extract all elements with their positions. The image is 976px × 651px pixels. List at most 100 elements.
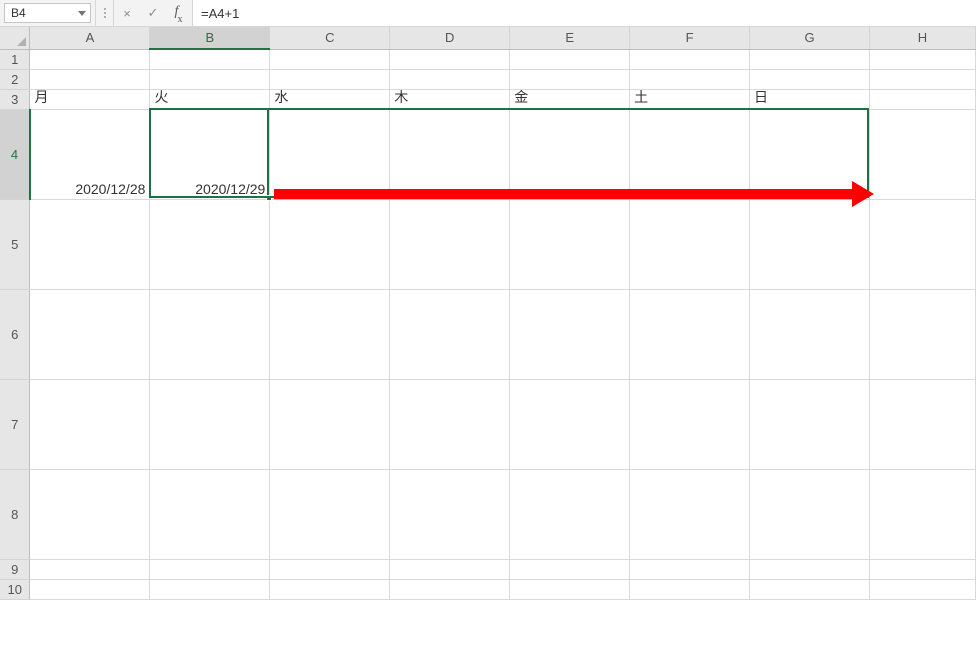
cell-F1[interactable] — [630, 49, 750, 69]
cell-C2[interactable] — [270, 69, 390, 89]
cell-A7[interactable] — [30, 379, 150, 469]
cell-H9[interactable] — [869, 559, 975, 579]
cell-E6[interactable] — [510, 289, 630, 379]
cell-G5[interactable] — [750, 199, 870, 289]
column-header-G[interactable]: G — [750, 27, 870, 49]
cell-B3[interactable]: 火 — [150, 89, 270, 109]
cell-G10[interactable] — [750, 579, 870, 599]
name-box[interactable]: B4 — [4, 3, 91, 23]
cell-E5[interactable] — [510, 199, 630, 289]
row-header-1[interactable]: 1 — [0, 49, 30, 69]
cell-F10[interactable] — [630, 579, 750, 599]
column-header-B[interactable]: B — [150, 27, 270, 49]
cell-D9[interactable] — [390, 559, 510, 579]
cell-B8[interactable] — [150, 469, 270, 559]
cell-C9[interactable] — [270, 559, 390, 579]
cell-D8[interactable] — [390, 469, 510, 559]
worksheet[interactable]: ABCDEFGH123月火水木金土日42020/12/282020/12/295… — [0, 27, 976, 651]
cell-A2[interactable] — [30, 69, 150, 89]
cell-C8[interactable] — [270, 469, 390, 559]
cell-F8[interactable] — [630, 469, 750, 559]
cell-E10[interactable] — [510, 579, 630, 599]
cell-D7[interactable] — [390, 379, 510, 469]
cell-G4[interactable] — [750, 109, 870, 199]
cell-H4[interactable] — [869, 109, 975, 199]
cell-F9[interactable] — [630, 559, 750, 579]
cell-H7[interactable] — [869, 379, 975, 469]
column-header-H[interactable]: H — [869, 27, 975, 49]
select-all-corner[interactable] — [0, 27, 30, 49]
cell-C5[interactable] — [270, 199, 390, 289]
cell-B7[interactable] — [150, 379, 270, 469]
cell-G9[interactable] — [750, 559, 870, 579]
cell-C6[interactable] — [270, 289, 390, 379]
cell-D4[interactable] — [390, 109, 510, 199]
cell-C1[interactable] — [270, 49, 390, 69]
cell-H5[interactable] — [869, 199, 975, 289]
cell-C4[interactable] — [270, 109, 390, 199]
cell-A10[interactable] — [30, 579, 150, 599]
cell-A4[interactable]: 2020/12/28 — [30, 109, 150, 199]
cell-F2[interactable] — [630, 69, 750, 89]
cell-A6[interactable] — [30, 289, 150, 379]
cell-E7[interactable] — [510, 379, 630, 469]
row-header-8[interactable]: 8 — [0, 469, 30, 559]
cell-D5[interactable] — [390, 199, 510, 289]
cell-F4[interactable] — [630, 109, 750, 199]
cell-G6[interactable] — [750, 289, 870, 379]
cell-D1[interactable] — [390, 49, 510, 69]
row-header-6[interactable]: 6 — [0, 289, 30, 379]
cell-F5[interactable] — [630, 199, 750, 289]
cell-D6[interactable] — [390, 289, 510, 379]
cell-E3[interactable]: 金 — [510, 89, 630, 109]
cell-A8[interactable] — [30, 469, 150, 559]
cell-H6[interactable] — [869, 289, 975, 379]
cell-E9[interactable] — [510, 559, 630, 579]
cell-C10[interactable] — [270, 579, 390, 599]
cell-A1[interactable] — [30, 49, 150, 69]
cell-B9[interactable] — [150, 559, 270, 579]
cell-F7[interactable] — [630, 379, 750, 469]
row-header-10[interactable]: 10 — [0, 579, 30, 599]
cell-D3[interactable]: 木 — [390, 89, 510, 109]
cell-A5[interactable] — [30, 199, 150, 289]
cell-B1[interactable] — [150, 49, 270, 69]
cell-D2[interactable] — [390, 69, 510, 89]
column-header-E[interactable]: E — [510, 27, 630, 49]
cell-H10[interactable] — [869, 579, 975, 599]
cell-B2[interactable] — [150, 69, 270, 89]
column-header-F[interactable]: F — [630, 27, 750, 49]
cell-G1[interactable] — [750, 49, 870, 69]
cell-C3[interactable]: 水 — [270, 89, 390, 109]
row-header-9[interactable]: 9 — [0, 559, 30, 579]
cell-E4[interactable] — [510, 109, 630, 199]
row-header-5[interactable]: 5 — [0, 199, 30, 289]
column-header-D[interactable]: D — [390, 27, 510, 49]
cell-E8[interactable] — [510, 469, 630, 559]
name-box-dropdown-icon[interactable] — [78, 9, 86, 17]
cell-B6[interactable] — [150, 289, 270, 379]
insert-function-button[interactable]: fx — [166, 0, 192, 26]
row-header-3[interactable]: 3 — [0, 89, 30, 109]
cell-F6[interactable] — [630, 289, 750, 379]
cancel-formula-button[interactable]: × — [114, 0, 140, 26]
cell-H8[interactable] — [869, 469, 975, 559]
cell-G7[interactable] — [750, 379, 870, 469]
cell-G8[interactable] — [750, 469, 870, 559]
cell-H2[interactable] — [869, 69, 975, 89]
cell-A3[interactable]: 月 — [30, 89, 150, 109]
cell-H3[interactable] — [869, 89, 975, 109]
cell-C7[interactable] — [270, 379, 390, 469]
row-header-7[interactable]: 7 — [0, 379, 30, 469]
cell-G3[interactable]: 日 — [750, 89, 870, 109]
cell-B4[interactable]: 2020/12/29 — [150, 109, 270, 199]
cell-E2[interactable] — [510, 69, 630, 89]
column-header-A[interactable]: A — [30, 27, 150, 49]
cell-D10[interactable] — [390, 579, 510, 599]
cell-F3[interactable]: 土 — [630, 89, 750, 109]
cell-G2[interactable] — [750, 69, 870, 89]
cell-B5[interactable] — [150, 199, 270, 289]
column-header-C[interactable]: C — [270, 27, 390, 49]
cell-B10[interactable] — [150, 579, 270, 599]
formula-input[interactable]: =A4+1 — [192, 0, 976, 26]
